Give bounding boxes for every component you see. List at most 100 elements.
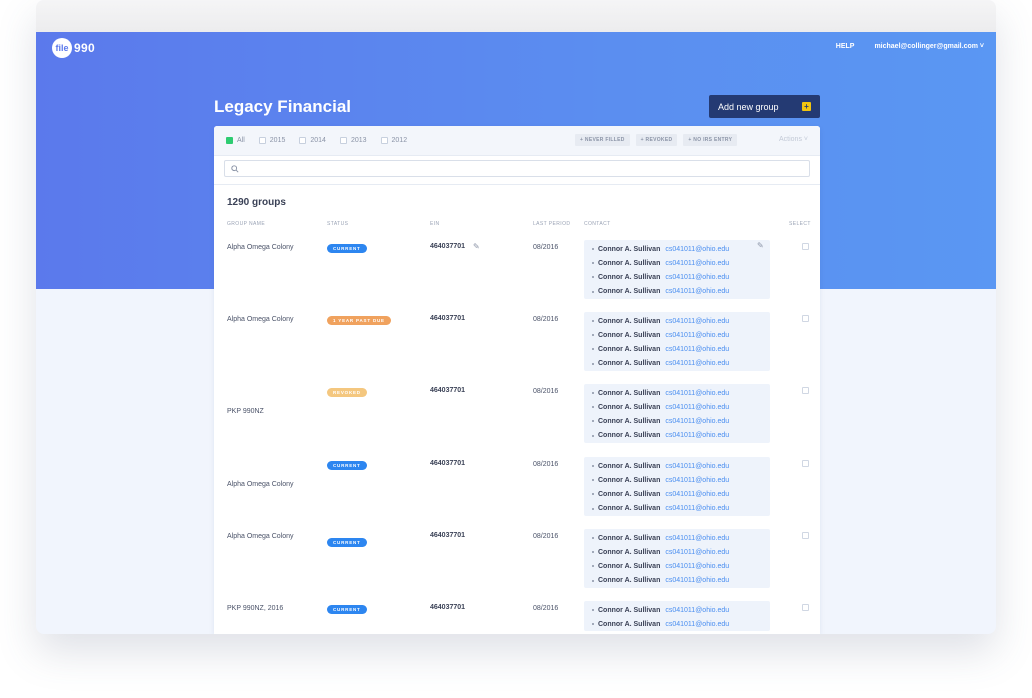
year-checkbox[interactable] (258, 137, 266, 144)
bullet-icon (592, 551, 594, 554)
group-name[interactable]: Alpha Omega Colony (227, 533, 294, 540)
contact-list: Connor A. Sullivan cs041011@ohio.edu Conno… (584, 529, 770, 588)
last-period: 08/2016 (533, 388, 559, 395)
row-select-checkbox[interactable] (802, 460, 809, 467)
group-name[interactable]: Alpha Omega Colony (227, 244, 294, 251)
year-filter-2013[interactable]: 2013 (339, 137, 367, 144)
contact-email-link[interactable]: cs041011@ohio.edu (665, 404, 729, 411)
year-filter-2012[interactable]: 2012 (380, 137, 408, 144)
group-name[interactable]: Alpha Omega Colony (227, 481, 294, 488)
top-nav: HELP michael@collinger@gmail.com ˅ (836, 43, 984, 50)
bullet-icon (592, 276, 594, 279)
col-last-period[interactable]: LAST PERIOD (533, 221, 570, 227)
table-row[interactable]: Alpha Omega Colony CURRENT 464037701 08/201… (214, 457, 820, 523)
contact-email-link[interactable]: cs041011@ohio.edu (665, 491, 729, 498)
contact-email-link[interactable]: cs041011@ohio.edu (665, 346, 729, 353)
contact-email-link[interactable]: cs041011@ohio.edu (665, 318, 729, 325)
year-filter-2015[interactable]: 2015 (258, 137, 285, 144)
user-menu[interactable]: michael@collinger@gmail.com ˅ (874, 43, 984, 50)
contact-email-link[interactable]: cs041011@ohio.edu (665, 360, 729, 367)
contact-email-link[interactable]: cs041011@ohio.edu (665, 332, 729, 339)
contact-email-link[interactable]: cs041011@ohio.edu (665, 477, 729, 484)
bullet-icon (592, 537, 594, 540)
group-name[interactable]: Alpha Omega Colony (227, 316, 294, 323)
edit-icon[interactable]: ✎ (473, 242, 480, 251)
bullet-icon (592, 420, 594, 423)
contact-email-link[interactable]: cs041011@ohio.edu (665, 563, 729, 570)
add-group-button[interactable]: Add new group + (709, 95, 820, 118)
contact-email-link[interactable]: cs041011@ohio.edu (665, 432, 729, 439)
row-select-checkbox[interactable] (802, 532, 809, 539)
contact-email-link[interactable]: cs041011@ohio.edu (665, 418, 729, 425)
group-name[interactable]: PKP 990NZ, 2016 (227, 605, 283, 612)
edit-contacts-icon[interactable]: ✎ (757, 241, 764, 250)
col-contact[interactable]: CONTACT (584, 221, 611, 227)
search-input[interactable] (243, 164, 809, 173)
group-name[interactable]: PKP 990NZ (227, 408, 264, 415)
tag-filter[interactable]: + NO IRS ENTRY (683, 134, 738, 146)
table-row[interactable]: Alpha Omega Colony 1 YEAR PAST DUE 4640377… (214, 312, 820, 378)
col-group-name[interactable]: GROUP NAME (227, 221, 265, 227)
bullet-icon (592, 507, 594, 510)
window-chrome (36, 0, 996, 32)
search-box[interactable] (224, 160, 810, 177)
contact-email-link[interactable]: cs041011@ohio.edu (665, 607, 729, 614)
contact-email-link[interactable]: cs041011@ohio.edu (665, 390, 729, 397)
contact-item: Connor A. Sullivan cs041011@ohio.edu (592, 270, 770, 284)
contact-email-link[interactable]: cs041011@ohio.edu (665, 274, 729, 281)
bullet-icon (592, 609, 594, 612)
year-checkbox[interactable] (380, 137, 388, 144)
actions-dropdown[interactable]: Actions ˅ (779, 136, 808, 143)
contact-name: Connor A. Sullivan (598, 534, 661, 542)
row-select-checkbox[interactable] (802, 315, 809, 322)
year-checkbox[interactable] (226, 137, 233, 144)
col-ein[interactable]: EIN (430, 221, 440, 227)
contact-email-link[interactable]: cs041011@ohio.edu (665, 463, 729, 470)
year-checkbox[interactable] (299, 137, 307, 144)
contact-name: Connor A. Sullivan (598, 490, 661, 498)
contact-name: Connor A. Sullivan (598, 462, 661, 470)
help-link[interactable]: HELP (836, 43, 855, 50)
contact-email-link[interactable]: cs041011@ohio.edu (665, 577, 729, 584)
year-label: 2012 (391, 137, 408, 144)
year-filter-2014[interactable]: 2014 (299, 137, 326, 144)
contact-name: Connor A. Sullivan (598, 562, 661, 570)
contact-email-link[interactable]: cs041011@ohio.edu (665, 505, 729, 512)
contact-name: Connor A. Sullivan (598, 389, 661, 397)
contact-email-link[interactable]: cs041011@ohio.edu (665, 535, 729, 542)
tag-filter[interactable]: + REVOKED (635, 134, 678, 146)
app-logo[interactable]: file 990 (52, 38, 95, 58)
row-select-checkbox[interactable] (802, 243, 809, 250)
contact-email-link[interactable]: cs041011@ohio.edu (665, 549, 729, 556)
contact-item: Connor A. Sullivan cs041011@ohio.edu (592, 531, 770, 545)
table-row[interactable]: Alpha Omega Colony CURRENT 464037701 08/201… (214, 529, 820, 595)
row-select-checkbox[interactable] (802, 604, 809, 611)
col-select[interactable]: SELECT (789, 221, 811, 227)
bullet-icon (592, 623, 594, 626)
contact-item: Connor A. Sullivan cs041011@ohio.edu (592, 603, 770, 617)
contact-email-link[interactable]: cs041011@ohio.edu (665, 246, 729, 253)
year-filter-all[interactable]: All (226, 137, 245, 144)
year-label: 2013 (350, 137, 367, 144)
tag-filters: + NEVER FILLED + REVOKED + NO IRS ENTRY (575, 134, 738, 146)
table-row[interactable]: PKP 990NZ REVOKED 464037701 08/2016 Connor A… (214, 384, 820, 450)
contact-email-link[interactable]: cs041011@ohio.edu (665, 260, 729, 267)
col-status[interactable]: STATUS (327, 221, 348, 227)
ein-value: 464037701 (430, 460, 466, 467)
contact-email-link[interactable]: cs041011@ohio.edu (665, 288, 729, 295)
table-row[interactable]: PKP 990NZ, 2016 CURRENT 464037701 08/2016 Co… (214, 601, 820, 634)
table-row[interactable]: Alpha Omega Colony CURRENT 464037701 ✎ 08/20… (214, 240, 820, 306)
contact-list: Connor A. Sullivan cs041011@ohio.edu Conno… (584, 457, 770, 516)
last-period: 08/2016 (533, 244, 559, 251)
contact-name: Connor A. Sullivan (598, 345, 661, 353)
search-row (214, 156, 820, 185)
year-checkbox[interactable] (339, 137, 347, 144)
contact-item: Connor A. Sullivan cs041011@ohio.edu (592, 328, 770, 342)
bullet-icon (592, 290, 594, 293)
contact-name: Connor A. Sullivan (598, 606, 661, 614)
contact-email-link[interactable]: cs041011@ohio.edu (665, 621, 729, 628)
bullet-icon (592, 493, 594, 496)
row-select-checkbox[interactable] (802, 387, 809, 394)
tag-filter[interactable]: + NEVER FILLED (575, 134, 630, 146)
bullet-icon (592, 479, 594, 482)
